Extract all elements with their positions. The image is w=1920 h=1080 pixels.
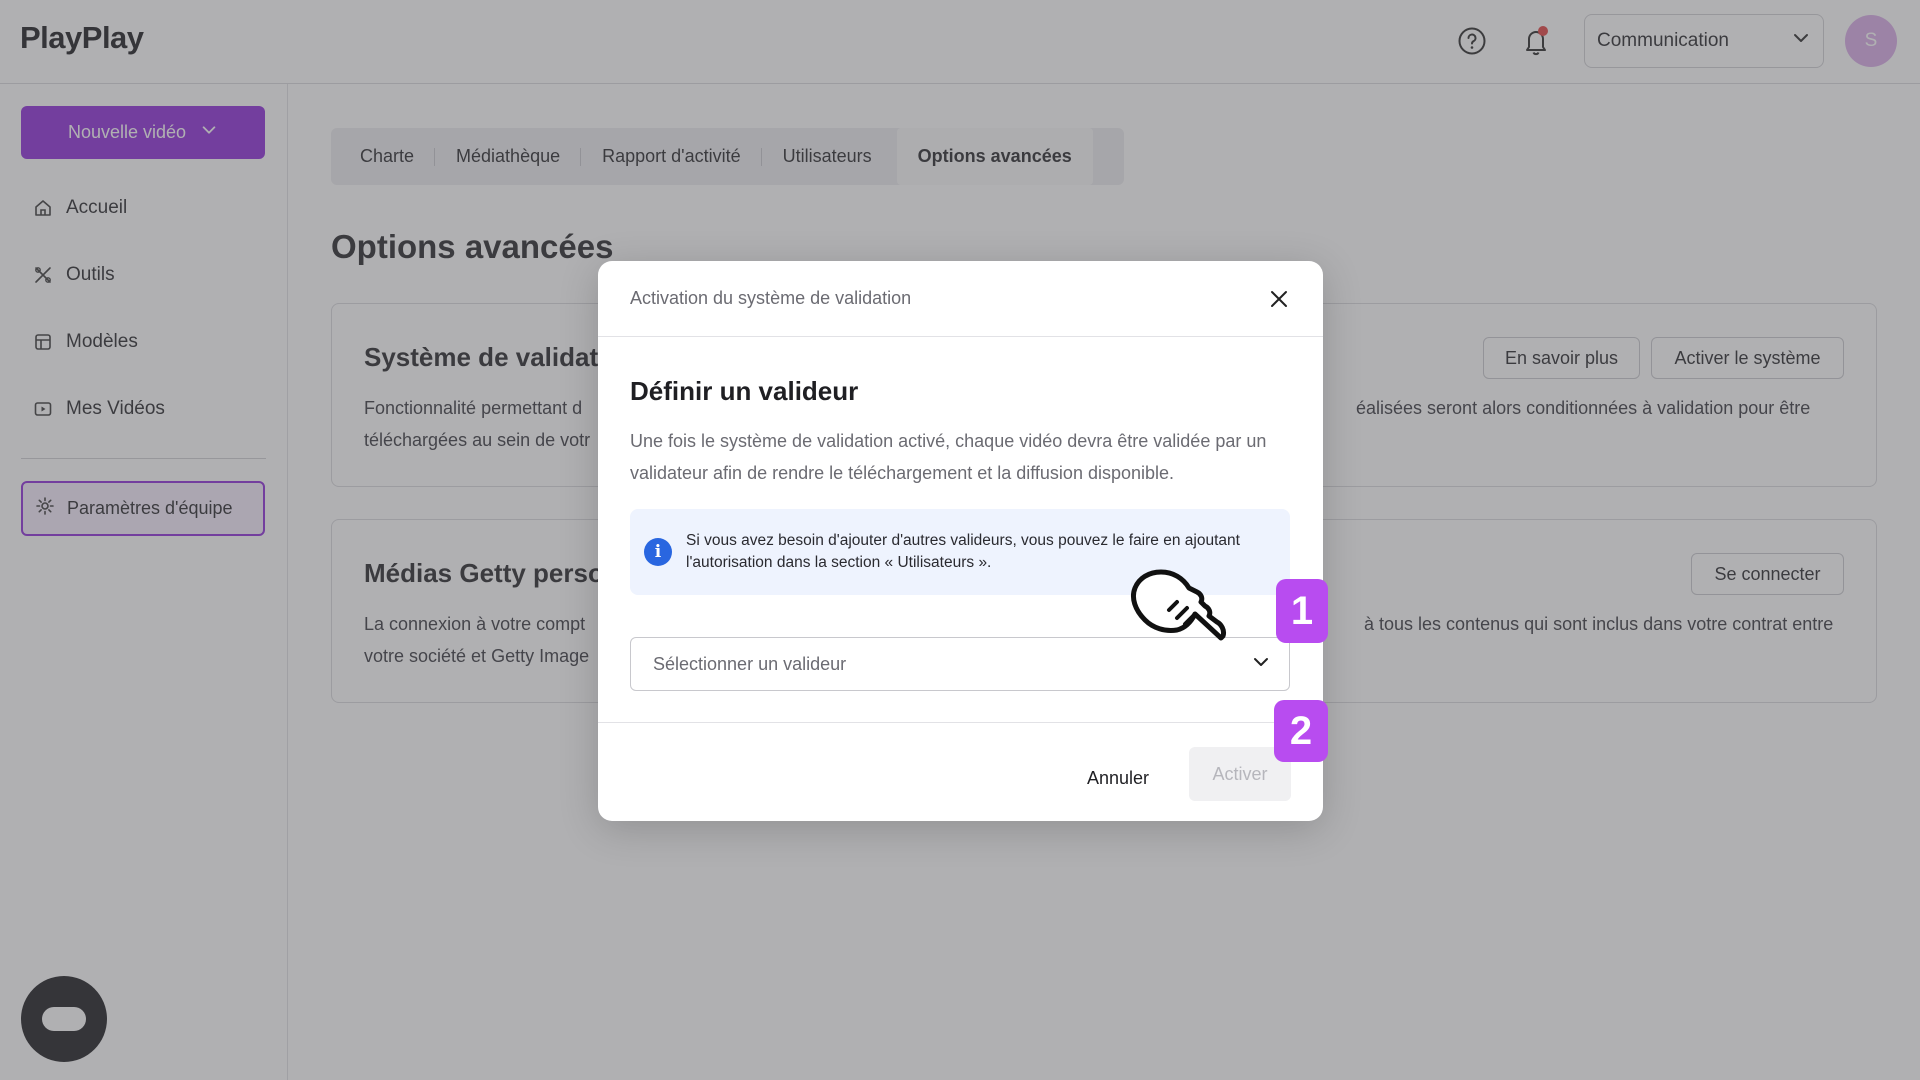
validation-modal: Activation du système de validation Défi…	[598, 261, 1323, 821]
chevron-down-icon	[1251, 652, 1271, 677]
step-badge-2: 2	[1274, 700, 1328, 762]
validator-select-placeholder: Sélectionner un valideur	[653, 653, 847, 674]
modal-header-title: Activation du système de validation	[630, 288, 912, 308]
modal-description: Une fois le système de validation activé…	[630, 431, 1267, 483]
step-badge-1: 1	[1276, 579, 1328, 643]
cancel-button[interactable]: Annuler	[1064, 751, 1172, 805]
hand-pointer-icon	[1125, 562, 1235, 646]
modal-title: Définir un valideur	[630, 376, 859, 406]
modal-footer-divider	[598, 722, 1323, 723]
close-icon[interactable]	[1265, 285, 1293, 313]
info-icon: i	[644, 538, 672, 566]
modal-header: Activation du système de validation	[598, 261, 1323, 337]
